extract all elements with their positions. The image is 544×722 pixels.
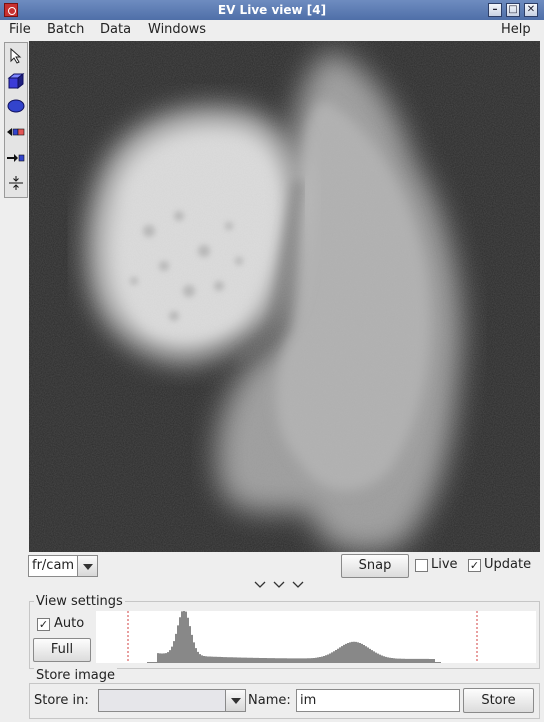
window-title: EV Live view [4] bbox=[217, 3, 327, 17]
store-in-label: Store in: bbox=[34, 693, 89, 708]
update-label: Update bbox=[484, 557, 532, 572]
channel-left-icon[interactable] bbox=[6, 121, 26, 143]
chevron-down-icon[interactable] bbox=[77, 556, 97, 576]
channel-value: fr/cam bbox=[32, 558, 75, 573]
store-image-title: Store image bbox=[34, 668, 117, 683]
minimize-icon[interactable]: – bbox=[488, 3, 502, 17]
chevron-down-icon[interactable] bbox=[225, 690, 245, 711]
store-in-select[interactable] bbox=[98, 689, 246, 712]
menu-batch[interactable]: Batch bbox=[47, 22, 84, 37]
live-image-view[interactable] bbox=[29, 41, 540, 552]
channel-right-icon[interactable] bbox=[6, 147, 26, 169]
title-bar: EV Live view [4] – □ ✕ bbox=[0, 0, 544, 20]
live-label: Live bbox=[431, 557, 458, 572]
ellipse-icon[interactable] bbox=[6, 95, 26, 117]
select-arrow-icon[interactable] bbox=[6, 45, 26, 67]
menu-help[interactable]: Help bbox=[501, 22, 531, 37]
maximize-icon[interactable]: □ bbox=[506, 3, 520, 17]
chevron-down-icon bbox=[254, 581, 304, 588]
histogram-plot bbox=[127, 609, 478, 663]
tool-palette bbox=[4, 42, 28, 198]
menu-windows[interactable]: Windows bbox=[148, 22, 206, 37]
histogram[interactable] bbox=[96, 609, 536, 663]
update-checkbox[interactable]: ✓ bbox=[468, 559, 481, 572]
store-button[interactable]: Store bbox=[463, 688, 534, 713]
microscopy-image bbox=[29, 41, 540, 552]
split-icon[interactable] bbox=[6, 172, 26, 194]
menu-bar: File Batch Data Windows Help bbox=[0, 20, 544, 40]
menu-data[interactable]: Data bbox=[100, 22, 131, 37]
live-checkbox[interactable] bbox=[415, 559, 428, 572]
channel-select[interactable]: fr/cam bbox=[28, 555, 98, 577]
name-label: Name: bbox=[248, 693, 291, 708]
auto-checkbox[interactable]: ✓ bbox=[37, 618, 50, 631]
snap-button[interactable]: Snap bbox=[341, 554, 409, 578]
cube-icon[interactable] bbox=[6, 70, 26, 92]
menu-file[interactable]: File bbox=[9, 22, 31, 37]
view-settings-title: View settings bbox=[34, 594, 125, 609]
close-icon[interactable]: ✕ bbox=[524, 3, 538, 17]
full-button[interactable]: Full bbox=[33, 638, 91, 662]
name-input[interactable]: im bbox=[296, 689, 460, 712]
collapse-toggle[interactable] bbox=[250, 578, 310, 592]
auto-label: Auto bbox=[54, 616, 85, 631]
